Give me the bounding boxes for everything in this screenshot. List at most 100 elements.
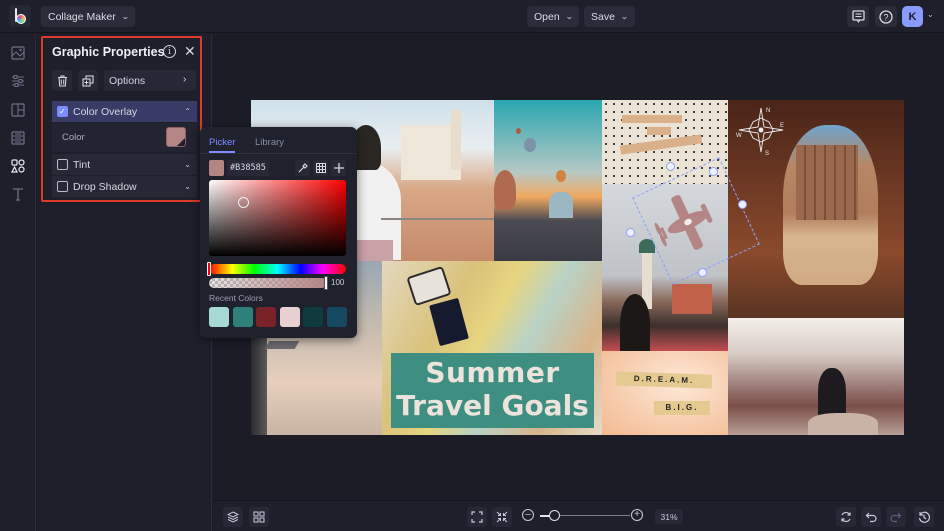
redo-button[interactable] bbox=[886, 507, 906, 527]
shrink-icon bbox=[496, 511, 508, 523]
top-bar: Collage Maker ⌄ Open ⌄ Save ⌄ ? K ⌄ bbox=[0, 0, 944, 33]
background-icon bbox=[11, 131, 25, 145]
chevron-down-icon: ⌄ bbox=[120, 12, 130, 21]
saturation-value-area[interactable] bbox=[209, 180, 346, 256]
zoom-out-icon[interactable]: – bbox=[522, 509, 534, 521]
scrabble-dream: D.R.E.A.M. bbox=[615, 371, 713, 389]
rail-item-graphics[interactable] bbox=[9, 157, 27, 175]
rail-item-backgrounds[interactable] bbox=[9, 129, 27, 147]
photo-hot-air-balloons[interactable] bbox=[494, 100, 602, 261]
tab-picker[interactable]: Picker bbox=[209, 137, 235, 148]
checkbox-drop-shadow[interactable] bbox=[57, 181, 68, 192]
save-label: Save bbox=[591, 10, 615, 23]
divider bbox=[200, 153, 357, 154]
chevron-down-icon: ⌄ bbox=[619, 12, 629, 21]
redo-icon bbox=[890, 512, 902, 523]
hex-input[interactable]: #B38585 bbox=[227, 160, 269, 176]
recent-color-swatch[interactable] bbox=[279, 307, 300, 327]
compass-s: S bbox=[765, 151, 769, 156]
resize-handle[interactable] bbox=[738, 200, 747, 209]
grid-view-icon bbox=[253, 511, 265, 523]
recent-color-swatch[interactable] bbox=[326, 307, 347, 327]
eyedropper-icon bbox=[298, 163, 308, 173]
opacity-slider[interactable] bbox=[209, 278, 327, 288]
delete-button[interactable] bbox=[52, 70, 72, 91]
duplicate-button[interactable] bbox=[78, 70, 98, 91]
photo-dream-big[interactable]: D.R.E.A.M. B.I.G. bbox=[602, 351, 728, 435]
resize-handle[interactable] bbox=[626, 228, 635, 237]
recent-color-swatch[interactable] bbox=[303, 307, 323, 327]
avatar-initial: K bbox=[908, 10, 917, 23]
hue-slider[interactable] bbox=[209, 264, 346, 274]
undo-button[interactable] bbox=[861, 507, 881, 527]
recent-color-swatch[interactable] bbox=[232, 307, 253, 327]
compass-graphic[interactable]: N E S W bbox=[735, 104, 787, 156]
panel-title: Graphic Properties bbox=[52, 45, 165, 59]
sliders-icon bbox=[12, 75, 24, 87]
hue-handle[interactable] bbox=[207, 262, 211, 276]
grid-view-button[interactable] bbox=[249, 507, 269, 527]
scrabble-big: B.I.G. bbox=[654, 401, 710, 415]
sv-handle[interactable] bbox=[238, 197, 249, 208]
rail-item-adjust[interactable] bbox=[9, 72, 27, 90]
history-button[interactable] bbox=[914, 507, 934, 527]
tab-library[interactable]: Library bbox=[255, 137, 284, 148]
recent-color-swatch[interactable] bbox=[256, 307, 276, 327]
section-color-overlay[interactable]: ✓ Color Overlay ⌃ bbox=[52, 101, 197, 122]
resize-handle[interactable] bbox=[709, 167, 718, 176]
chevron-down-icon[interactable]: ⌄ bbox=[927, 10, 934, 19]
recent-color-swatch[interactable] bbox=[209, 307, 229, 327]
history-icon bbox=[918, 511, 930, 523]
image-icon bbox=[11, 46, 25, 60]
actual-size-button[interactable] bbox=[492, 507, 512, 527]
open-label: Open bbox=[534, 10, 560, 23]
checkbox-color-overlay[interactable]: ✓ bbox=[57, 106, 68, 117]
section-drop-shadow[interactable]: Drop Shadow ⌄ bbox=[52, 176, 197, 197]
section-tint[interactable]: Tint ⌄ bbox=[52, 154, 197, 175]
section-label: Color Overlay bbox=[73, 105, 138, 118]
plus-icon bbox=[333, 163, 344, 173]
options-label: Options bbox=[109, 75, 146, 87]
resize-handle[interactable] bbox=[666, 162, 675, 171]
collage-maker-menu[interactable]: Collage Maker ⌄ bbox=[41, 6, 136, 27]
rotate-button[interactable] bbox=[836, 507, 856, 527]
opacity-handle[interactable] bbox=[324, 276, 328, 290]
zoom-percent[interactable]: 31% bbox=[655, 509, 683, 524]
palette-grid-button[interactable] bbox=[313, 160, 328, 176]
zoom-in-icon[interactable]: + bbox=[631, 509, 643, 521]
compass-n: N bbox=[766, 108, 770, 114]
logo[interactable] bbox=[9, 5, 31, 27]
add-color-button[interactable] bbox=[331, 160, 346, 176]
photo-world-map[interactable]: Summer Travel Goals bbox=[382, 261, 602, 435]
photo-woman-on-cliff[interactable] bbox=[728, 318, 904, 435]
color-swatch[interactable] bbox=[166, 127, 186, 147]
eyedropper-button[interactable] bbox=[295, 160, 310, 176]
help-icon: ? bbox=[879, 9, 893, 24]
layers-button[interactable] bbox=[223, 507, 243, 527]
zoom-slider-handle[interactable] bbox=[549, 510, 560, 521]
checkbox-tint[interactable] bbox=[57, 159, 68, 170]
rail-item-photos[interactable] bbox=[9, 44, 27, 62]
comment-button[interactable] bbox=[847, 6, 869, 27]
layout-icon bbox=[11, 103, 25, 117]
resize-handle[interactable] bbox=[698, 268, 707, 277]
text-icon bbox=[13, 188, 23, 201]
opacity-value: 100 bbox=[331, 278, 345, 287]
fit-to-screen-button[interactable] bbox=[467, 507, 487, 527]
open-button[interactable]: Open ⌄ bbox=[527, 6, 580, 27]
info-icon[interactable]: i bbox=[163, 45, 176, 58]
close-icon[interactable]: ✕ bbox=[184, 43, 196, 60]
chevron-right-icon: › bbox=[183, 74, 187, 85]
rail-item-text[interactable] bbox=[9, 185, 27, 203]
help-button[interactable]: ? bbox=[875, 6, 897, 27]
save-button[interactable]: Save ⌄ bbox=[584, 6, 635, 27]
color-label: Color bbox=[62, 132, 85, 143]
refresh-icon bbox=[841, 511, 851, 523]
shapes-icon bbox=[11, 159, 25, 173]
avatar[interactable]: K bbox=[902, 6, 923, 27]
rail-item-layouts[interactable] bbox=[9, 101, 27, 119]
chevron-down-icon: ⌄ bbox=[564, 12, 574, 21]
section-label: Drop Shadow bbox=[73, 180, 137, 193]
compass-w: W bbox=[736, 133, 742, 139]
duplicate-icon bbox=[82, 74, 94, 87]
